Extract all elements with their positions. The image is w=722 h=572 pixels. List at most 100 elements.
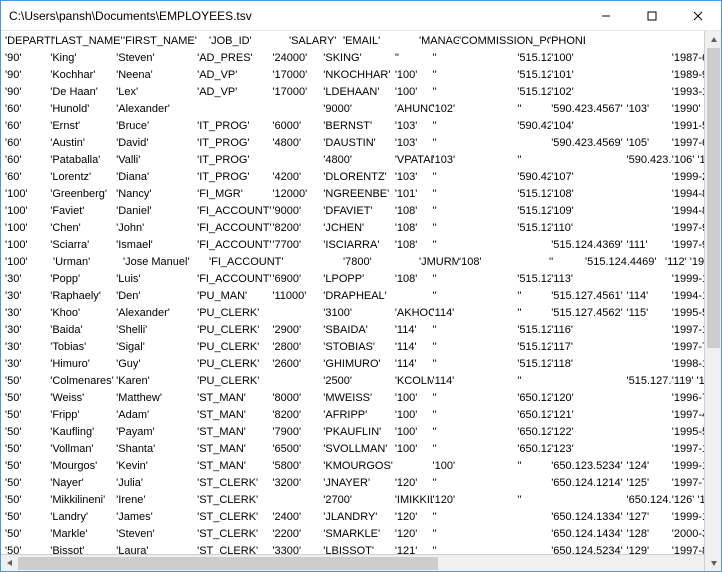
data-cell[interactable]: '': [433, 135, 518, 152]
data-cell[interactable]: '50': [5, 373, 50, 390]
data-cell[interactable]: '': [433, 186, 518, 203]
data-cell[interactable]: '4200': [272, 169, 323, 186]
data-cell[interactable]: '2500': [323, 373, 395, 390]
data-cell[interactable]: '127': [627, 509, 672, 526]
data-cell[interactable]: 'FI_ACCOUNT': [197, 220, 272, 237]
data-cell[interactable]: 'IT_PROG': [197, 135, 272, 152]
data-cell[interactable]: '103': [627, 101, 672, 118]
data-cell[interactable]: 'ST_CLERK': [197, 492, 272, 509]
data-cell[interactable]: 'Sciarra': [50, 237, 116, 254]
data-cell[interactable]: '90': [5, 84, 50, 101]
data-cell[interactable]: 'DFAVIET': [323, 203, 395, 220]
table-row[interactable]: '30''Baida''Shelli''PU_CLERK''2900''SBAI…: [5, 322, 717, 339]
data-cell[interactable]: '9000': [323, 101, 395, 118]
data-cell[interactable]: '100': [395, 424, 433, 441]
data-cell[interactable]: '11000': [272, 288, 323, 305]
data-cell[interactable]: '100': [5, 237, 50, 254]
data-cell[interactable]: '30': [5, 322, 50, 339]
data-cell[interactable]: '50': [5, 424, 50, 441]
table-row[interactable]: '100''Greenberg''Nancy''FI_MGR''12000''N…: [5, 186, 717, 203]
data-cell[interactable]: 'Raphaely': [50, 288, 116, 305]
data-cell[interactable]: 'SKING': [323, 50, 395, 67]
data-cell[interactable]: '8200': [272, 220, 323, 237]
data-cell[interactable]: '128': [627, 526, 672, 543]
data-cell[interactable]: '': [395, 50, 433, 67]
data-cell[interactable]: '': [433, 509, 518, 526]
data-cell[interactable]: 'Himuro': [50, 356, 116, 373]
data-cell[interactable]: '650.123.1234': [517, 390, 551, 407]
data-cell[interactable]: [517, 543, 551, 554]
data-cell[interactable]: 'FI_ACCOUNT': [209, 254, 289, 271]
data-cell[interactable]: [627, 186, 672, 203]
data-cell[interactable]: 'NKOCHHAR': [323, 67, 395, 84]
data-cell[interactable]: 'ST_CLERK': [197, 543, 272, 554]
data-cell[interactable]: '103': [395, 135, 433, 152]
data-cell[interactable]: [627, 441, 672, 458]
data-cell[interactable]: '': [433, 67, 518, 84]
data-cell[interactable]: '': [433, 118, 518, 135]
data-cell[interactable]: '': [517, 101, 551, 118]
data-cell[interactable]: [627, 407, 672, 424]
data-cell[interactable]: '108': [395, 237, 433, 254]
data-cell[interactable]: 'Matthew': [116, 390, 197, 407]
data-cell[interactable]: '3100': [323, 305, 395, 322]
data-cell[interactable]: 'PKAUFLIN': [323, 424, 395, 441]
data-cell[interactable]: [272, 305, 323, 322]
data-cell[interactable]: 'Kochhar': [50, 67, 116, 84]
data-cell[interactable]: '515.127.4563': [517, 322, 551, 339]
scroll-left-button[interactable]: [1, 555, 18, 572]
data-cell[interactable]: '60': [5, 118, 50, 135]
data-cell[interactable]: 'DRAPHEAL': [323, 288, 395, 305]
horizontal-scroll-thumb[interactable]: [18, 557, 438, 570]
data-cell[interactable]: '515.127.4566': [627, 373, 672, 390]
data-cell[interactable]: '515.124.4169': [517, 203, 551, 220]
data-cell[interactable]: 'KCOLMENA': [395, 373, 433, 390]
data-cell[interactable]: 'Baida': [50, 322, 116, 339]
data-cell[interactable]: '650.123.3234': [517, 424, 551, 441]
data-cell[interactable]: '114': [433, 305, 518, 322]
data-cell[interactable]: 'JCHEN': [323, 220, 395, 237]
data-cell[interactable]: 'Adam': [116, 407, 197, 424]
data-cell[interactable]: '650.123.5234': [551, 458, 626, 475]
data-cell[interactable]: 'ST_CLERK': [197, 475, 272, 492]
data-cell[interactable]: '': [517, 458, 551, 475]
data-cell[interactable]: '113': [551, 271, 626, 288]
data-cell[interactable]: '101': [395, 186, 433, 203]
data-cell[interactable]: '2700': [323, 492, 395, 509]
data-cell[interactable]: '': [433, 441, 518, 458]
data-cell[interactable]: '5800': [272, 458, 323, 475]
data-cell[interactable]: '2900': [272, 322, 323, 339]
data-cell[interactable]: '108': [551, 186, 626, 203]
data-cell[interactable]: '50': [5, 492, 50, 509]
data-cell[interactable]: '4800': [272, 135, 323, 152]
data-cell[interactable]: '': [549, 254, 585, 271]
data-cell[interactable]: '24000': [272, 50, 323, 67]
data-cell[interactable]: [272, 492, 323, 509]
data-cell[interactable]: '100': [551, 50, 626, 67]
data-cell[interactable]: 'PU_MAN': [197, 288, 272, 305]
data-cell[interactable]: 'ISCIARRA': [323, 237, 395, 254]
data-cell[interactable]: '120': [395, 526, 433, 543]
scroll-down-button[interactable]: [705, 554, 721, 571]
data-cell[interactable]: 'Steven': [116, 526, 197, 543]
data-cell[interactable]: 'James': [116, 509, 197, 526]
data-cell[interactable]: '121': [551, 407, 626, 424]
table-row[interactable]: '50''Mikkilineni''Irene''ST_CLERK''2700'…: [5, 492, 717, 509]
data-cell[interactable]: [627, 339, 672, 356]
data-cell[interactable]: '120': [395, 509, 433, 526]
data-cell[interactable]: '': [433, 84, 518, 101]
data-cell[interactable]: 'Faviet': [50, 203, 116, 220]
data-cell[interactable]: 'Julia': [116, 475, 197, 492]
table-row[interactable]: '60''Austin''David''IT_PROG''4800''DAUST…: [5, 135, 717, 152]
data-cell[interactable]: 'Nayer': [50, 475, 116, 492]
data-cell[interactable]: '6900': [272, 271, 323, 288]
header-cell[interactable]: 'EMAIL': [343, 33, 419, 50]
data-cell[interactable]: '60': [5, 169, 50, 186]
data-cell[interactable]: 'King': [50, 50, 116, 67]
data-cell[interactable]: '103': [395, 118, 433, 135]
data-cell[interactable]: 'Austin': [50, 135, 116, 152]
data-cell[interactable]: [627, 203, 672, 220]
data-cell[interactable]: '50': [5, 407, 50, 424]
data-cell[interactable]: '3200': [272, 475, 323, 492]
table-row[interactable]: '100''Faviet''Daniel''FI_ACCOUNT''9000''…: [5, 203, 717, 220]
